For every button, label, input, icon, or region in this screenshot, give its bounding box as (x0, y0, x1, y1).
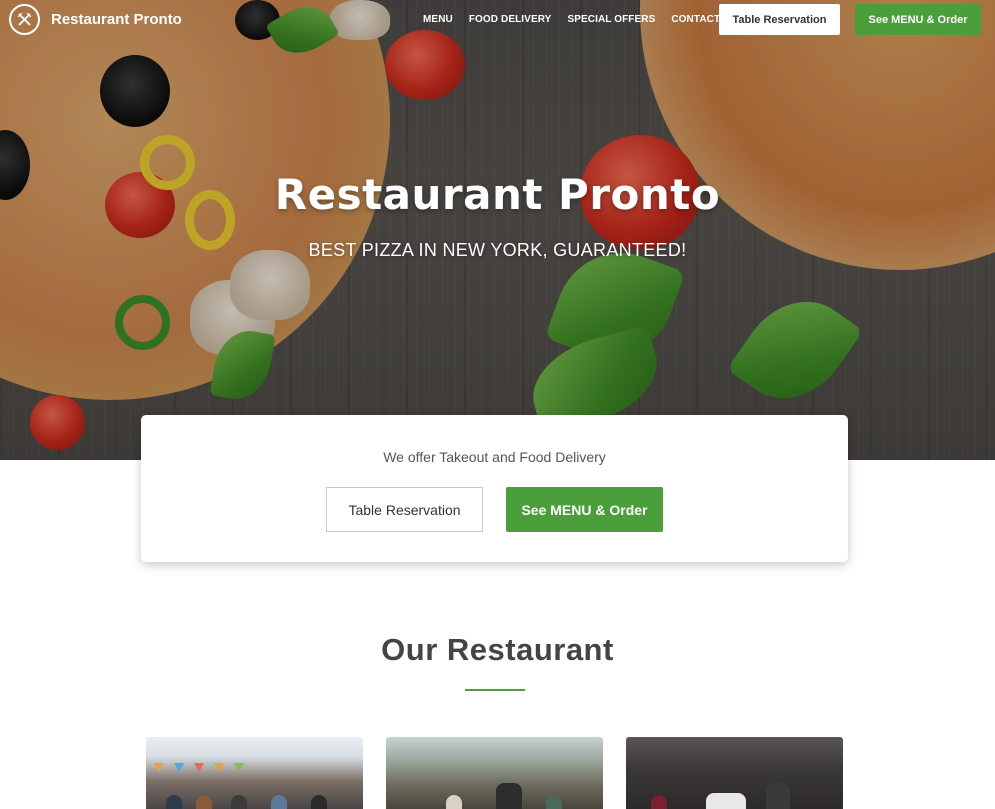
person (231, 795, 247, 809)
bunting-flag (214, 763, 224, 772)
bunting-flag (174, 763, 184, 772)
bunting-flag (194, 763, 204, 772)
restaurant-photo (386, 737, 603, 809)
section-divider (465, 689, 525, 691)
restaurant-logo-icon (9, 4, 40, 35)
nav-links: MENU FOOD DELIVERY SPECIAL OFFERS CONTAC… (423, 14, 753, 25)
person (766, 783, 790, 809)
person (651, 795, 667, 809)
hero-subtitle: BEST PIZZA IN NEW YORK, GUARANTEED! (308, 240, 687, 260)
person (706, 793, 746, 809)
bunting-flag (154, 763, 164, 772)
hero-banner: Restaurant Pronto BEST PIZZA IN NEW YORK… (0, 0, 995, 460)
person (446, 795, 462, 809)
top-navbar: Restaurant Pronto MENU FOOD DELIVERY SPE… (0, 0, 995, 40)
person (496, 783, 522, 809)
hero-title: Restaurant Pronto (274, 170, 721, 219)
restaurant-photo (626, 737, 843, 809)
nav-link-menu[interactable]: MENU (423, 14, 453, 25)
person (196, 795, 212, 809)
nav-see-menu-order-button[interactable]: See MENU & Order (855, 4, 981, 35)
hero-overlay (0, 0, 995, 460)
see-menu-order-button[interactable]: See MENU & Order (506, 487, 663, 532)
bunting-flag (234, 763, 244, 772)
cta-text: We offer Takeout and Food Delivery (383, 449, 606, 465)
table-reservation-button[interactable]: Table Reservation (326, 487, 483, 532)
nav-link-food-delivery[interactable]: FOOD DELIVERY (469, 14, 552, 25)
person (311, 795, 327, 809)
person (166, 795, 182, 809)
nav-table-reservation-button[interactable]: Table Reservation (719, 4, 840, 35)
person (546, 795, 562, 809)
nav-link-special-offers[interactable]: SPECIAL OFFERS (567, 14, 655, 25)
brand-link[interactable]: Restaurant Pronto (9, 4, 182, 35)
restaurant-photo (146, 737, 363, 809)
brand-name: Restaurant Pronto (51, 11, 182, 28)
cta-card: We offer Takeout and Food Delivery Table… (141, 415, 848, 562)
section-title: Our Restaurant (381, 632, 614, 667)
person (271, 795, 287, 809)
